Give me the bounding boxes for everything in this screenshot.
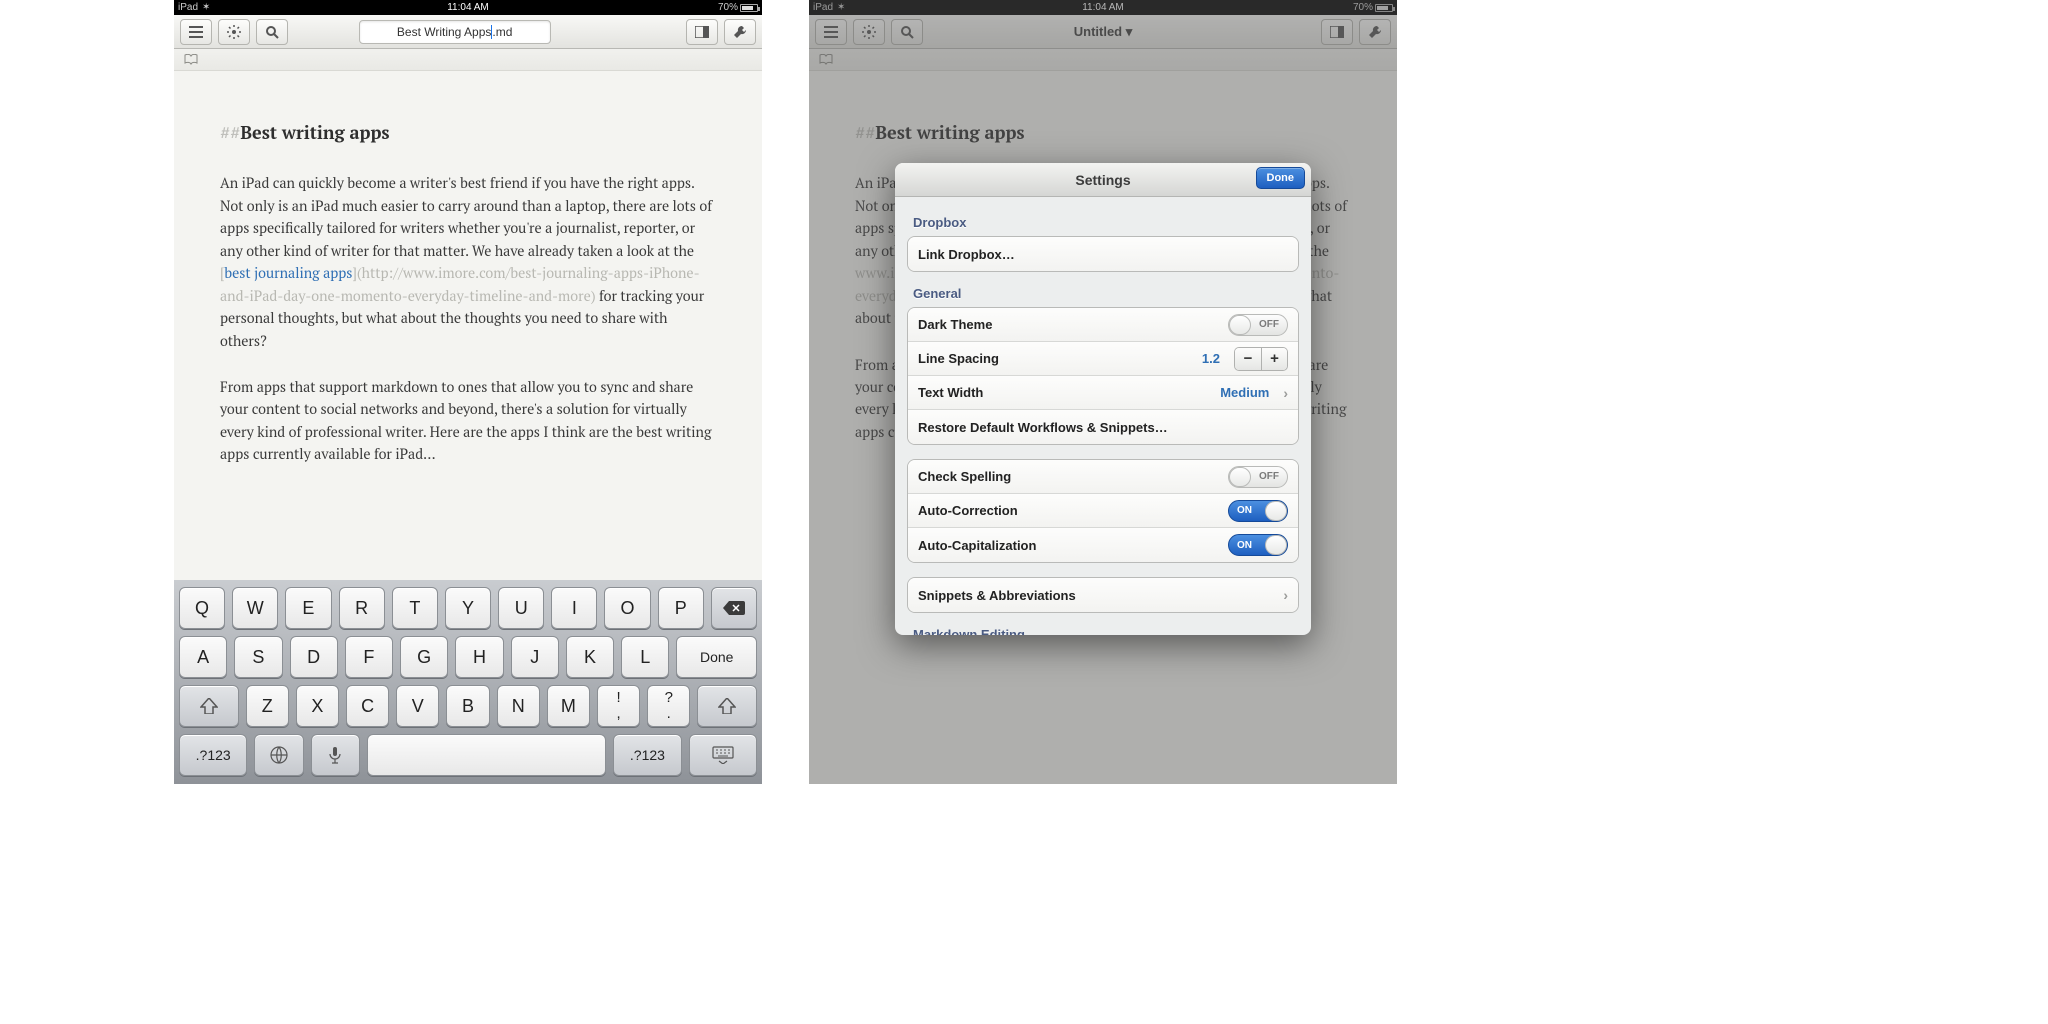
auto-capitalization-toggle[interactable]: ON: [1228, 534, 1288, 556]
key-u[interactable]: U: [498, 587, 544, 629]
chevron-right-icon: ›: [1283, 587, 1288, 603]
settings-button[interactable]: [218, 19, 250, 45]
ipad-right: iPad ✶ 11:04 AM 70% Untitled ▾: [809, 0, 1397, 784]
stepper-minus[interactable]: −: [1235, 348, 1261, 370]
line-spacing-value: 1.2: [1202, 351, 1220, 366]
keyboard: Q W E R T Y U I O P A S D F G H J K L Do…: [174, 580, 762, 784]
status-time: 11:04 AM: [174, 2, 762, 13]
auto-correction-row: Auto-Correction ON: [908, 494, 1298, 528]
tools-button[interactable]: [724, 19, 756, 45]
key-x[interactable]: X: [296, 685, 339, 727]
editor-area[interactable]: ##Best writing apps An iPad can quickly …: [174, 71, 762, 580]
menu-button[interactable]: [180, 19, 212, 45]
settings-title: Settings: [1075, 172, 1130, 188]
book-icon: [184, 54, 198, 65]
text-width-value: Medium: [1220, 385, 1269, 400]
key-h[interactable]: H: [455, 636, 503, 678]
link-dropbox-row[interactable]: Link Dropbox…: [908, 237, 1298, 271]
text-width-row[interactable]: Text Width Medium ›: [908, 376, 1298, 410]
key-q[interactable]: Q: [179, 587, 225, 629]
key-e[interactable]: E: [285, 587, 331, 629]
key-a[interactable]: A: [179, 636, 227, 678]
restore-defaults-row[interactable]: Restore Default Workflows & Snippets…: [908, 410, 1298, 444]
key-i[interactable]: I: [551, 587, 597, 629]
key-shift-right[interactable]: [697, 685, 757, 727]
key-r[interactable]: R: [339, 587, 385, 629]
check-spelling-row: Check Spelling OFF: [908, 460, 1298, 494]
key-s[interactable]: S: [234, 636, 282, 678]
key-comma[interactable]: !,: [597, 685, 640, 727]
key-shift-left[interactable]: [179, 685, 239, 727]
status-bar: iPad ✶ 11:04 AM 70%: [174, 0, 762, 15]
key-z[interactable]: Z: [246, 685, 289, 727]
bookmark-bar[interactable]: [174, 49, 762, 71]
key-g[interactable]: G: [400, 636, 448, 678]
line-spacing-stepper: − +: [1234, 347, 1288, 371]
key-t[interactable]: T: [392, 587, 438, 629]
line-spacing-row: Line Spacing 1.2 − +: [908, 342, 1298, 376]
key-l[interactable]: L: [621, 636, 669, 678]
settings-body[interactable]: Dropbox Link Dropbox… General Dark Theme…: [895, 197, 1311, 635]
key-j[interactable]: J: [511, 636, 559, 678]
paragraph: From apps that support markdown to ones …: [220, 377, 716, 467]
key-c[interactable]: C: [346, 685, 389, 727]
key-globe[interactable]: [254, 734, 303, 776]
done-button[interactable]: Done: [1256, 167, 1306, 189]
key-b[interactable]: B: [446, 685, 489, 727]
stepper-plus[interactable]: +: [1261, 348, 1287, 370]
key-n[interactable]: N: [497, 685, 540, 727]
key-done[interactable]: Done: [676, 636, 757, 678]
auto-correction-toggle[interactable]: ON: [1228, 500, 1288, 522]
key-backspace[interactable]: [711, 587, 757, 629]
key-y[interactable]: Y: [445, 587, 491, 629]
paragraph: An iPad can quickly become a writer's be…: [220, 173, 716, 353]
key-numbers-left[interactable]: .?123: [179, 734, 247, 776]
key-numbers-right[interactable]: .?123: [613, 734, 681, 776]
filename-field[interactable]: Best Writing Apps.md: [359, 20, 551, 44]
key-space[interactable]: [367, 734, 606, 776]
section-markdown: Markdown Editing: [913, 627, 1293, 635]
key-f[interactable]: F: [345, 636, 393, 678]
key-o[interactable]: O: [604, 587, 650, 629]
chevron-right-icon: ›: [1283, 385, 1288, 401]
key-d[interactable]: D: [290, 636, 338, 678]
key-w[interactable]: W: [232, 587, 278, 629]
document-heading: ##Best writing apps: [220, 119, 716, 147]
dark-theme-row: Dark Theme OFF: [908, 308, 1298, 342]
auto-capitalization-row: Auto-Capitalization ON: [908, 528, 1298, 562]
settings-header: Settings Done: [895, 163, 1311, 197]
snippets-row[interactable]: Snippets & Abbreviations ›: [908, 578, 1298, 612]
section-general: General: [913, 286, 1293, 301]
key-p[interactable]: P: [658, 587, 704, 629]
ipad-left: iPad ✶ 11:04 AM 70% Best Writing Apps.md: [174, 0, 762, 784]
search-button[interactable]: [256, 19, 288, 45]
preview-button[interactable]: [686, 19, 718, 45]
key-k[interactable]: K: [566, 636, 614, 678]
toolbar: Best Writing Apps.md: [174, 15, 762, 49]
key-hide-keyboard[interactable]: [689, 734, 757, 776]
dark-theme-toggle[interactable]: OFF: [1228, 314, 1288, 336]
key-dictation[interactable]: [311, 734, 360, 776]
key-period[interactable]: ?.: [647, 685, 690, 727]
key-m[interactable]: M: [547, 685, 590, 727]
section-dropbox: Dropbox: [913, 215, 1293, 230]
check-spelling-toggle[interactable]: OFF: [1228, 466, 1288, 488]
key-v[interactable]: V: [396, 685, 439, 727]
settings-modal: Settings Done Dropbox Link Dropbox… Gene…: [895, 163, 1311, 635]
battery-icon: [740, 4, 758, 12]
